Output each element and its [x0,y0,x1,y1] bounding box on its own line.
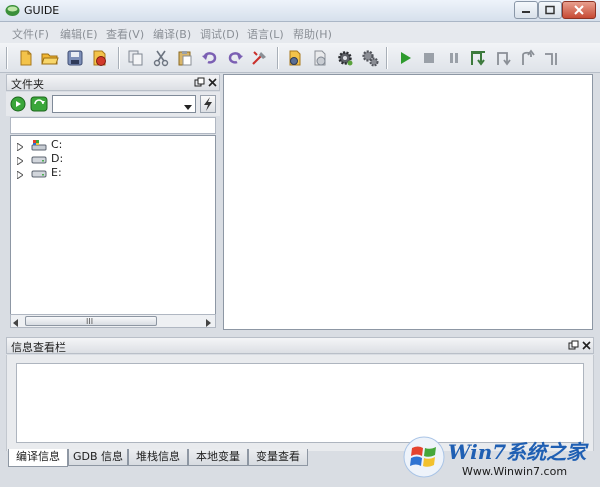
compile-icon[interactable] [286,49,304,67]
copy-icon[interactable] [127,49,145,67]
clear-icon[interactable] [251,49,269,67]
menu-file[interactable]: 文件(F) [12,26,49,42]
refresh-icon[interactable] [30,96,48,112]
menu-view[interactable]: 查看(V) [106,26,144,42]
scroll-left-arrow-icon[interactable] [13,317,19,330]
expand-arrow-icon[interactable] [16,169,24,182]
paste-icon[interactable] [176,49,194,67]
system-drive-icon [31,139,47,151]
step-over-icon[interactable] [494,49,512,67]
tree-item-drive-e[interactable]: E: [16,166,197,182]
toolbar-grip [6,47,8,69]
watermark-brand: Win7系统之家 [448,440,587,464]
redo-icon[interactable] [226,49,244,67]
float-panel-icon[interactable] [568,340,579,351]
file-tree[interactable]: C: D: E: [10,135,216,327]
run-icon[interactable] [396,49,414,67]
folder-toolbar [6,92,220,116]
menu-bar: 文件(F) 编辑(E) 查看(V) 编译(B) 调试(D) 语言(L) 帮助(H… [0,22,600,43]
info-panel-title: 信息查看栏 [11,341,66,354]
gear-icon[interactable] [336,49,354,67]
scroll-right-arrow-icon[interactable] [206,317,212,330]
undo-icon[interactable] [201,49,219,67]
editor-area[interactable] [223,74,593,330]
path-field[interactable] [10,117,216,134]
folder-path-dropdown[interactable] [52,95,196,113]
toolbar-separator [277,47,279,69]
cut-icon[interactable] [152,49,170,67]
save-all-icon[interactable] [91,49,109,67]
build-icon[interactable] [311,49,329,67]
tree-item-drive-c[interactable]: C: [16,138,197,152]
folder-panel-title: 文件夹 [11,78,44,91]
pause-icon[interactable] [445,49,463,67]
minimize-button[interactable] [514,1,538,19]
menu-edit[interactable]: 编辑(E) [60,26,98,42]
drive-label: E: [51,166,62,179]
drive-label: C: [51,138,63,151]
window-title: GUIDE [24,4,60,17]
toolbar-separator [386,47,388,69]
info-panel-header: 信息查看栏 [6,337,594,354]
float-panel-icon[interactable] [194,77,205,88]
menu-debug[interactable]: 调试(D) [200,26,239,42]
menu-help[interactable]: 帮助(H) [293,26,332,42]
stop-icon[interactable] [420,49,438,67]
save-icon[interactable] [66,49,84,67]
chevron-down-icon [184,101,192,114]
menu-language[interactable]: 语言(L) [247,26,284,42]
horizontal-scrollbar[interactable]: III [10,314,216,328]
tab-compile-info[interactable]: 编译信息 [8,449,68,467]
app-logo-icon [5,4,20,17]
scrollbar-grip: III [86,317,94,326]
watermark-url: Www.Winwin7.com [462,465,568,478]
output-text-area[interactable] [16,363,584,443]
run-to-cursor-icon[interactable] [543,49,561,67]
tab-stack-info[interactable]: 堆栈信息 [128,449,188,466]
maximize-button[interactable] [538,1,562,19]
gears-icon[interactable] [361,49,379,67]
title-bar[interactable]: GUIDE [0,0,600,22]
scrollbar-thumb[interactable]: III [25,316,157,326]
close-panel-icon[interactable] [581,340,592,351]
windows-logo-icon [402,436,446,478]
lightning-button[interactable] [200,95,216,113]
toolbar-separator [118,47,120,69]
tab-gdb-info[interactable]: GDB 信息 [68,449,128,466]
tree-item-drive-d[interactable]: D: [16,152,197,166]
folder-panel-header: 文件夹 [6,74,220,91]
drive-label: D: [51,152,64,165]
drive-icon [31,153,47,165]
close-panel-icon[interactable] [207,77,218,88]
step-out-icon[interactable] [518,49,536,67]
step-into-icon[interactable] [469,49,487,67]
close-button[interactable] [562,1,596,19]
tab-watch-vars[interactable]: 变量查看 [248,449,308,466]
tab-local-vars[interactable]: 本地变量 [188,449,248,466]
toolbar [0,43,600,73]
go-button[interactable] [10,96,26,112]
drive-icon [31,167,47,179]
open-folder-icon[interactable] [41,49,59,67]
menu-build[interactable]: 编译(B) [153,26,191,42]
new-file-icon[interactable] [17,49,35,67]
